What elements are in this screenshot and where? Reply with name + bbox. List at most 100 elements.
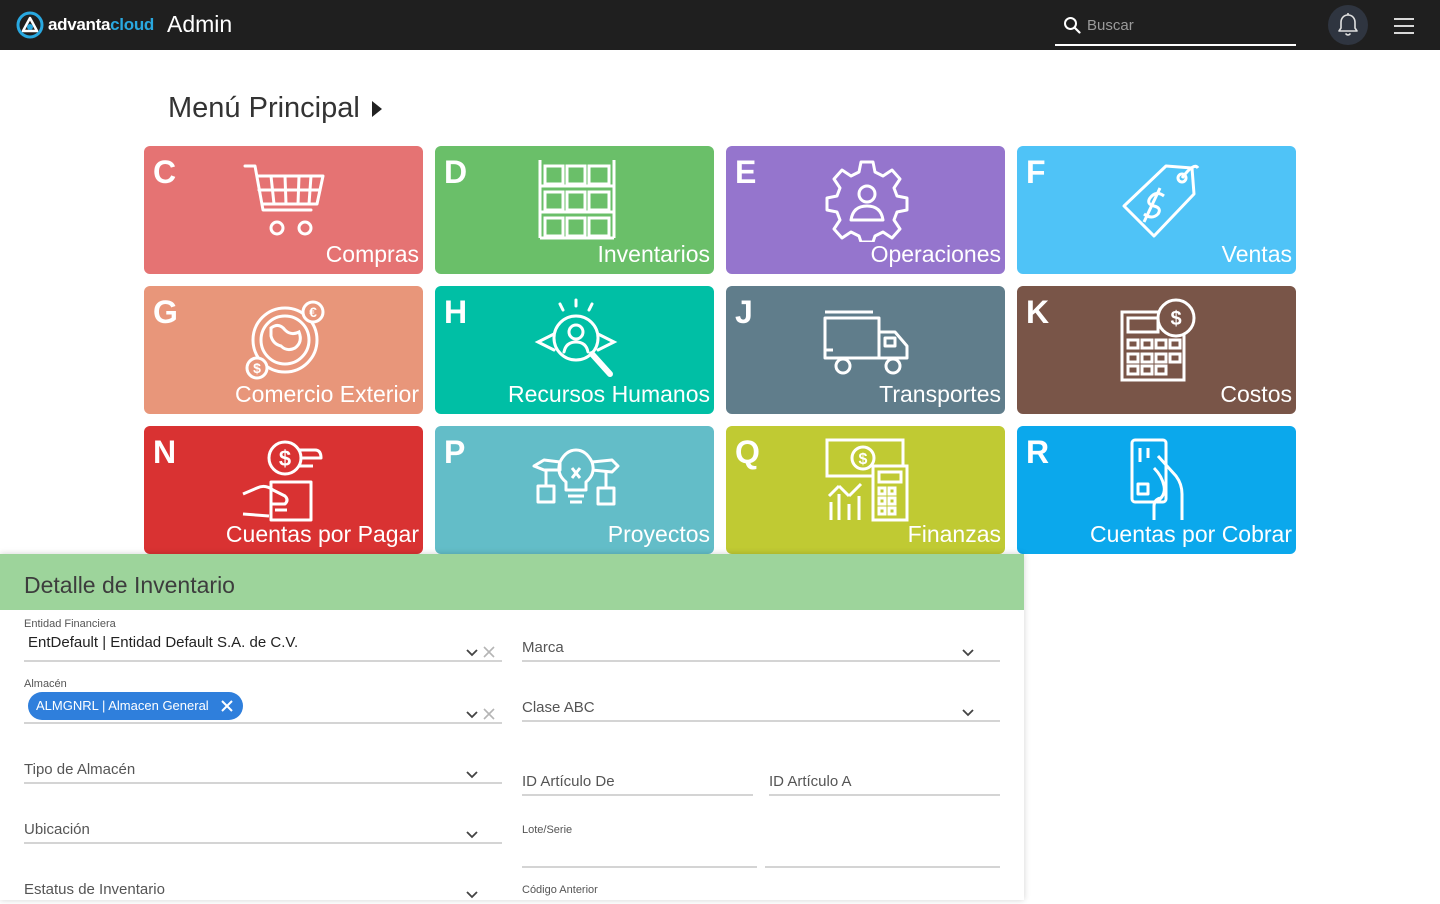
brand-name: advantacloud	[48, 15, 154, 34]
hand-card-icon	[1130, 438, 1184, 520]
tile-costos[interactable]: K $ Costos	[1017, 286, 1296, 414]
entidad-financiera-field[interactable]: Entidad Financiera EntDefault | Entidad …	[24, 618, 502, 662]
lote-serie-to-field[interactable]	[765, 824, 1000, 868]
tile-label: Recursos Humanos	[508, 381, 710, 407]
clear-icon[interactable]	[483, 646, 495, 658]
chevron-down-icon[interactable]	[466, 711, 478, 719]
tipo-almacen-field[interactable]: Tipo de Almacén	[24, 758, 502, 784]
tile-label: Ventas	[1221, 241, 1292, 267]
tile-letter: C	[153, 154, 177, 190]
tile-compras[interactable]: C Compras	[144, 146, 423, 274]
caret-right-icon	[371, 100, 382, 117]
tile-letter: D	[444, 154, 468, 190]
chevron-down-icon[interactable]	[962, 709, 974, 717]
tile-cuentas-por-cobrar[interactable]: R Cuentas por Cobrar	[1017, 426, 1296, 554]
tile-label: Proyectos	[607, 521, 710, 547]
codigo-anterior-field[interactable]: Código Anterior	[522, 884, 757, 900]
tile-label: Transportes	[879, 381, 1001, 407]
tile-label: Costos	[1220, 381, 1292, 407]
svg-text:$: $	[859, 451, 868, 468]
menu-title-label: Menú Principal	[168, 92, 360, 124]
chip-label: ALMGNRL | Almacen General	[36, 698, 209, 713]
tile-letter: J	[735, 294, 753, 330]
tile-letter: Q	[735, 434, 760, 470]
tile-recursos-humanos[interactable]: H Recursos Humanos	[435, 286, 714, 414]
ubicacion-field[interactable]: Ubicación	[24, 818, 502, 844]
hamburger-menu-icon[interactable]	[1394, 18, 1414, 34]
clear-icon[interactable]	[483, 708, 495, 720]
tile-label: Compras	[325, 241, 419, 267]
hand-dollar-icon: $	[242, 440, 323, 522]
tile-letter: G	[153, 294, 178, 330]
panel-title: Detalle de Inventario	[24, 572, 235, 598]
panel-header: Detalle de Inventario	[0, 554, 1024, 610]
chevron-down-icon[interactable]	[466, 891, 478, 899]
field-placeholder: ID Artículo A	[769, 773, 852, 790]
field-value: EntDefault | Entidad Default S.A. de C.V…	[28, 634, 299, 651]
app-title: Admin	[167, 11, 233, 37]
field-label: Entidad Financiera	[24, 618, 116, 630]
chevron-down-icon[interactable]	[466, 831, 478, 839]
search-box[interactable]	[1055, 8, 1296, 46]
truck-icon	[823, 310, 909, 375]
estatus-inventario-field[interactable]: Estatus de Inventario	[24, 878, 502, 904]
tile-label: Cuentas por Cobrar	[1090, 521, 1292, 547]
advanta-logo-icon	[16, 11, 44, 39]
chevron-down-icon[interactable]	[466, 771, 478, 779]
tile-operaciones[interactable]: E Operaciones	[726, 146, 1005, 274]
tile-label: Comercio Exterior	[234, 381, 419, 407]
chip-remove-icon[interactable]	[220, 700, 233, 712]
id-articulo-de-field[interactable]: ID Artículo De	[522, 770, 753, 796]
search-icon	[1064, 17, 1081, 34]
tile-label: Cuentas por Pagar	[225, 521, 419, 547]
field-placeholder: Clase ABC	[522, 699, 595, 716]
field-placeholder: Tipo de Almacén	[24, 761, 136, 778]
tile-comercio-exterior[interactable]: G € $ Comercio Exterior	[144, 286, 423, 414]
price-tag-icon	[1122, 164, 1200, 238]
almacen-chip: ALMGNRL | Almacen General	[28, 692, 243, 720]
brand[interactable]: advantacloud	[16, 11, 154, 39]
top-bar: advantacloud Admin	[0, 0, 1440, 50]
finance-calculator-icon: $	[825, 438, 909, 522]
tile-letter: H	[444, 294, 468, 330]
inventory-detail-panel: Detalle de Inventario Entidad Financiera…	[0, 554, 1024, 900]
svg-text:$: $	[1170, 308, 1181, 330]
field-placeholder: Ubicación	[24, 821, 90, 838]
field-label: Almacén	[24, 678, 67, 690]
tile-letter: E	[735, 154, 757, 190]
marca-field[interactable]: Marca	[522, 636, 1000, 662]
tile-cuentas-por-pagar[interactable]: N $ Cuentas por Pagar	[144, 426, 423, 554]
warehouse-shelves-icon	[538, 160, 616, 240]
field-placeholder: Marca	[522, 639, 564, 656]
svg-text:$: $	[253, 360, 261, 376]
tile-finanzas[interactable]: Q $ Finanzas	[726, 426, 1005, 554]
lote-serie-from-field[interactable]: Lote/Serie	[522, 824, 757, 868]
tile-ventas[interactable]: F Ventas	[1017, 146, 1296, 274]
tile-label: Inventarios	[597, 241, 710, 267]
menu-title[interactable]: Menú Principal	[168, 92, 382, 125]
field-placeholder: Estatus de Inventario	[24, 881, 165, 898]
chevron-down-icon[interactable]	[466, 649, 478, 657]
almacen-field[interactable]: Almacén ALMGNRL | Almacen General	[24, 678, 502, 724]
tile-inventarios[interactable]: D Inventarios	[435, 146, 714, 274]
person-search-icon	[534, 298, 618, 377]
tile-label: Finanzas	[907, 521, 1001, 547]
notifications-button[interactable]	[1328, 5, 1368, 45]
field-placeholder: ID Artículo De	[522, 773, 615, 790]
search-input[interactable]	[1087, 14, 1287, 36]
id-articulo-a-field[interactable]: ID Artículo A	[769, 770, 1000, 796]
tile-transportes[interactable]: J Transportes	[726, 286, 1005, 414]
bell-icon	[1338, 13, 1358, 36]
field-label: Lote/Serie	[522, 824, 573, 836]
field-label: Código Anterior	[522, 884, 598, 896]
tile-letter: N	[153, 434, 177, 470]
calculator-dollar-icon: $	[1120, 298, 1196, 382]
clase-abc-field[interactable]: Clase ABC	[522, 696, 1000, 722]
chevron-down-icon[interactable]	[962, 649, 974, 657]
tile-letter: P	[444, 434, 466, 470]
tile-letter: R	[1026, 434, 1050, 470]
gear-person-icon	[825, 160, 909, 242]
tile-letter: K	[1026, 294, 1050, 330]
tile-proyectos[interactable]: P Proyectos	[435, 426, 714, 554]
tile-letter: F	[1026, 154, 1046, 190]
